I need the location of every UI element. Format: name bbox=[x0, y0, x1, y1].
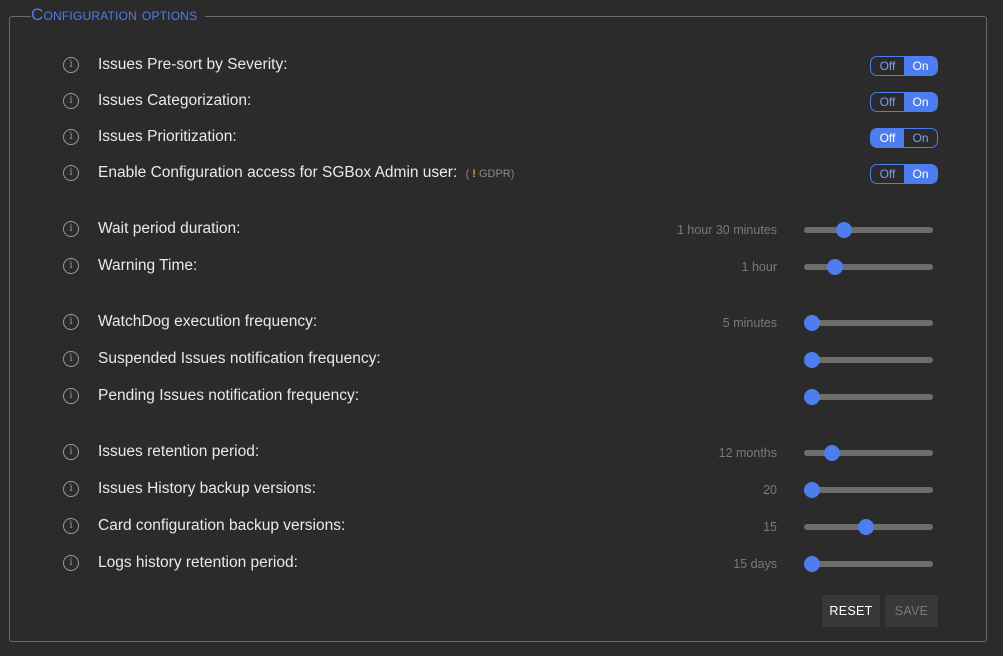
slider-value: 15 days bbox=[733, 557, 777, 571]
setting-row-watchdog: i WatchDog execution frequency: 5 minute… bbox=[0, 311, 1003, 335]
section-title: Configuration options bbox=[31, 5, 206, 25]
setting-row-history-backup: i Issues History backup versions: 20 bbox=[0, 478, 1003, 502]
slider-value: 15 bbox=[763, 520, 777, 534]
slider-thumb[interactable] bbox=[824, 445, 841, 461]
setting-row-suspended-notification: i Suspended Issues notification frequenc… bbox=[0, 348, 1003, 372]
suspended-notification-slider[interactable] bbox=[803, 352, 933, 368]
setting-row-admin-access: i Enable Configuration access for SGBox … bbox=[0, 162, 1003, 186]
setting-label: Suspended Issues notification frequency: bbox=[98, 350, 381, 367]
info-icon[interactable]: i bbox=[63, 555, 79, 571]
setting-row-wait-period: i Wait period duration: 1 hour 30 minute… bbox=[0, 218, 1003, 242]
categorization-toggle[interactable]: Off On bbox=[870, 92, 938, 112]
info-icon[interactable]: i bbox=[63, 258, 79, 274]
info-icon[interactable]: i bbox=[63, 129, 79, 145]
setting-row-warning-time: i Warning Time: 1 hour bbox=[0, 255, 1003, 279]
section-title-text: Configuration options bbox=[31, 5, 198, 24]
toggle-off-option[interactable]: Off bbox=[871, 129, 904, 147]
history-backup-slider[interactable] bbox=[803, 482, 933, 498]
prioritization-toggle[interactable]: Off On bbox=[870, 128, 938, 148]
slider-thumb[interactable] bbox=[803, 315, 820, 331]
slider-value: 1 hour 30 minutes bbox=[676, 223, 777, 237]
info-icon[interactable]: i bbox=[63, 93, 79, 109]
gdpr-paren-close: ) bbox=[510, 168, 515, 180]
gdpr-note: (! GDPR) bbox=[466, 168, 515, 180]
setting-label: Enable Configuration access for SGBox Ad… bbox=[98, 164, 514, 182]
setting-label: Logs history retention period: bbox=[98, 554, 298, 571]
save-button[interactable]: SAVE bbox=[885, 595, 938, 627]
toggle-on-option[interactable]: On bbox=[904, 165, 937, 183]
setting-label: Issues Pre-sort by Severity: bbox=[98, 56, 288, 73]
info-icon[interactable]: i bbox=[63, 314, 79, 330]
setting-label-text: Enable Configuration access for SGBox Ad… bbox=[98, 164, 458, 181]
warning-time-slider[interactable] bbox=[804, 259, 933, 275]
toggle-on-option[interactable]: On bbox=[904, 129, 937, 147]
presort-toggle[interactable]: Off On bbox=[870, 56, 938, 76]
watchdog-slider[interactable] bbox=[803, 315, 933, 331]
wait-period-slider[interactable] bbox=[804, 222, 933, 238]
info-icon[interactable]: i bbox=[63, 518, 79, 534]
setting-label: Issues retention period: bbox=[98, 443, 260, 460]
setting-label: Card configuration backup versions: bbox=[98, 517, 346, 534]
slider-thumb[interactable] bbox=[826, 259, 843, 275]
setting-row-issues-retention: i Issues retention period: 12 months bbox=[0, 441, 1003, 465]
slider-thumb[interactable] bbox=[857, 519, 874, 535]
setting-label: WatchDog execution frequency: bbox=[98, 313, 318, 330]
setting-label: Warning Time: bbox=[98, 257, 198, 274]
info-icon[interactable]: i bbox=[63, 221, 79, 237]
toggle-off-option[interactable]: Off bbox=[871, 165, 904, 183]
toggle-on-option[interactable]: On bbox=[904, 57, 937, 75]
logs-retention-slider[interactable] bbox=[803, 556, 933, 572]
setting-row-categorization: i Issues Categorization: Off On bbox=[0, 90, 1003, 114]
setting-row-logs-retention: i Logs history retention period: 15 days bbox=[0, 552, 1003, 576]
slider-thumb[interactable] bbox=[803, 389, 820, 405]
setting-row-card-backup: i Card configuration backup versions: 15 bbox=[0, 515, 1003, 539]
warning-icon: ! bbox=[472, 168, 476, 180]
pending-notification-slider[interactable] bbox=[803, 389, 933, 405]
issues-retention-slider[interactable] bbox=[804, 445, 933, 461]
info-icon[interactable]: i bbox=[63, 165, 79, 181]
setting-label: Issues Categorization: bbox=[98, 92, 252, 109]
info-icon[interactable]: i bbox=[63, 444, 79, 460]
toggle-off-option[interactable]: Off bbox=[871, 57, 904, 75]
slider-value: 12 months bbox=[718, 446, 777, 460]
gdpr-text: GDPR bbox=[478, 168, 511, 180]
slider-thumb[interactable] bbox=[803, 482, 820, 498]
toggle-off-option[interactable]: Off bbox=[871, 93, 904, 111]
setting-row-prioritization: i Issues Prioritization: Off On bbox=[0, 126, 1003, 150]
slider-value: 1 hour bbox=[741, 260, 777, 274]
setting-label: Issues History backup versions: bbox=[98, 480, 316, 497]
slider-thumb[interactable] bbox=[835, 222, 852, 238]
setting-label: Wait period duration: bbox=[98, 220, 241, 237]
info-icon[interactable]: i bbox=[63, 57, 79, 73]
slider-thumb[interactable] bbox=[803, 352, 820, 368]
slider-value: 5 minutes bbox=[722, 316, 777, 330]
setting-row-presort: i Issues Pre-sort by Severity: Off On bbox=[0, 54, 1003, 78]
card-backup-slider[interactable] bbox=[804, 519, 933, 535]
admin-access-toggle[interactable]: Off On bbox=[870, 164, 938, 184]
info-icon[interactable]: i bbox=[63, 481, 79, 497]
gdpr-paren-open: ( bbox=[465, 168, 470, 180]
setting-label: Issues Prioritization: bbox=[98, 128, 237, 145]
setting-row-pending-notification: i Pending Issues notification frequency: bbox=[0, 385, 1003, 409]
reset-button[interactable]: RESET bbox=[822, 595, 880, 627]
setting-label: Pending Issues notification frequency: bbox=[98, 387, 360, 404]
info-icon[interactable]: i bbox=[63, 388, 79, 404]
slider-thumb[interactable] bbox=[803, 556, 820, 572]
toggle-on-option[interactable]: On bbox=[904, 93, 937, 111]
slider-value: 20 bbox=[763, 483, 777, 497]
info-icon[interactable]: i bbox=[63, 351, 79, 367]
